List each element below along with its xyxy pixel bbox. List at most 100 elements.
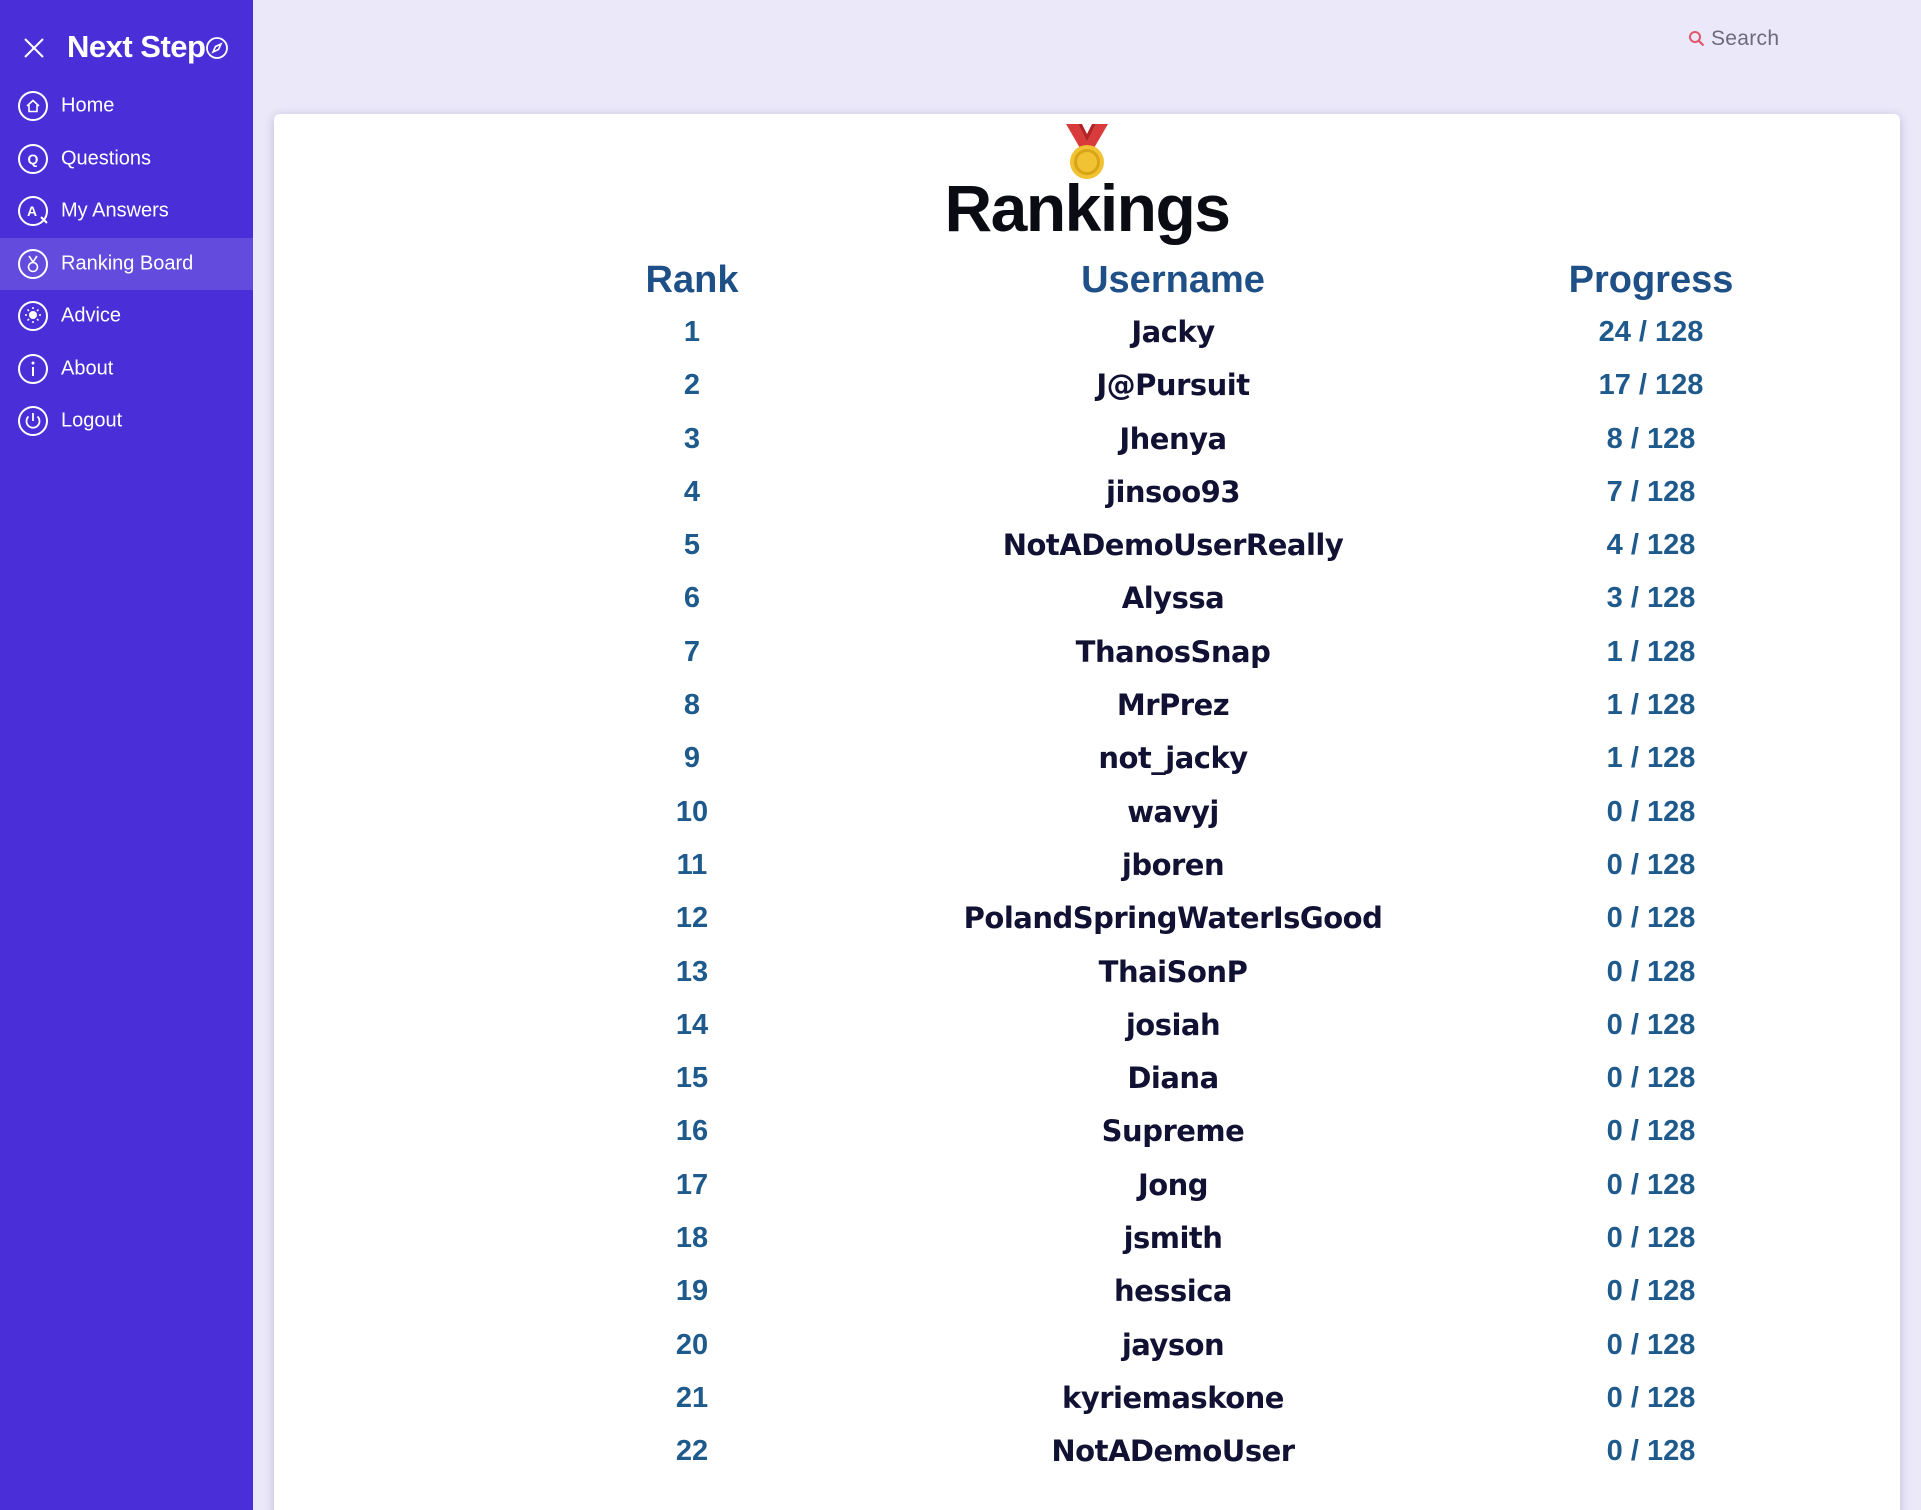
username-cell: jsmith [1123,1221,1223,1256]
username-cell: Alyssa [1121,581,1225,616]
progress-cell: 17 / 128 [1598,369,1704,402]
search-button[interactable]: Search [1687,24,1779,54]
info-icon [18,353,48,384]
username-cell: wavyj [1127,794,1219,829]
username-cell: jinsoo93 [1106,474,1241,509]
table-row: 4 jinsoo93 7 / 128 [274,466,1900,519]
sidebar-item-home[interactable]: Home [0,80,253,133]
question-icon: Q [18,143,48,174]
sidebar-item-label: Home [61,94,115,117]
table-row: 20 jayson 0 / 128 [274,1319,1900,1372]
rankings-table: Rank Username Progress 1 Jacky 24 / 128 2 J@… [274,254,1900,1479]
rank-cell: 8 [683,689,701,722]
table-row: 6 Alyssa 3 / 128 [274,572,1900,625]
progress-cell: 0 / 128 [1606,1115,1696,1148]
rank-cell: 17 [675,1168,709,1201]
table-header: Rank Username Progress [274,254,1900,306]
sidebar-item-label: Questions [61,147,152,170]
brand: Next Step [0,26,253,72]
rank-cell: 9 [683,742,701,775]
sidebar-item-label: My Answers [61,199,169,222]
svg-text:Q: Q [28,151,39,167]
progress-cell: 0 / 128 [1606,848,1696,881]
table-row: 7 ThanosSnap 1 / 128 [274,626,1900,679]
username-cell: NotADemoUserReally [1002,528,1344,563]
rank-cell: 21 [675,1381,709,1414]
progress-cell: 0 / 128 [1606,1275,1696,1308]
sidebar-item-about[interactable]: About [0,343,253,396]
progress-cell: 0 / 128 [1606,1168,1696,1201]
home-icon [18,91,48,122]
table-body: 1 Jacky 24 / 128 2 J@Pursuit 17 / 128 3 Jhenya 8… [274,306,1900,1479]
progress-cell: 1 / 128 [1606,635,1696,668]
table-row: 12 PolandSpringWaterIsGood 0 / 128 [274,892,1900,945]
rank-cell: 18 [675,1222,709,1255]
rank-cell: 15 [675,1062,709,1095]
progress-cell: 0 / 128 [1606,795,1696,828]
table-row: 22 NotADemoUser 0 / 128 [274,1425,1900,1478]
progress-cell: 0 / 128 [1606,1435,1696,1468]
table-row: 1 Jacky 24 / 128 [274,306,1900,359]
username-cell: Jhenya [1119,421,1227,456]
rank-cell: 3 [683,422,701,455]
table-row: 9 not_jacky 1 / 128 [274,732,1900,785]
table-row: 13 ThaiSonP 0 / 128 [274,946,1900,999]
table-row: 15 Diana 0 / 128 [274,1052,1900,1105]
progress-cell: 7 / 128 [1606,475,1696,508]
progress-cell: 0 / 128 [1606,1328,1696,1361]
table-row: 14 josiah 0 / 128 [274,999,1900,1052]
progress-cell: 3 / 128 [1606,582,1696,615]
page-title: Rankings [944,171,1231,245]
sidebar-item-label: Logout [61,409,123,432]
sidebar-nav: Home Q Questions A My Answers Ranking Bo… [0,80,253,448]
sidebar-item-label: Ranking Board [61,252,194,275]
table-row: 2 J@Pursuit 17 / 128 [274,359,1900,412]
table-row: 5 NotADemoUserReally 4 / 128 [274,519,1900,572]
progress-cell: 1 / 128 [1606,742,1696,775]
progress-cell: 1 / 128 [1606,689,1696,722]
sidebar-item-ranking-board[interactable]: Ranking Board [0,237,253,290]
sidebar-item-advice[interactable]: Advice [0,290,253,343]
rank-cell: 10 [675,795,709,828]
rank-cell: 11 [676,848,708,881]
sidebar-item-label: About [61,357,114,380]
username-cell: jayson [1121,1327,1225,1362]
table-row: 10 wavyj 0 / 128 [274,786,1900,839]
sidebar-item-questions[interactable]: Q Questions [0,133,253,186]
sidebar-item-my-answers[interactable]: A My Answers [0,185,253,238]
username-cell: ThanosSnap [1075,634,1271,669]
column-header-username: Username [1081,259,1265,301]
progress-cell: 0 / 128 [1606,1222,1696,1255]
rankings-card: Rankings Rank Username Progress 1 Jacky 24… [274,114,1900,1510]
column-header-rank: Rank [645,259,739,301]
svg-text:A: A [27,203,37,219]
power-icon [18,406,48,437]
progress-cell: 0 / 128 [1606,1381,1696,1414]
column-header-progress: Progress [1568,259,1734,301]
username-cell: josiah [1125,1007,1221,1042]
progress-cell: 8 / 128 [1606,422,1696,455]
rank-cell: 2 [683,369,701,402]
username-cell: Jacky [1131,315,1215,349]
compass-icon [206,37,228,59]
lightbulb-icon [18,301,48,332]
rank-cell: 12 [675,902,709,935]
table-row: 18 jsmith 0 / 128 [274,1212,1900,1265]
username-cell: Supreme [1101,1114,1245,1149]
username-cell: not_jacky [1098,741,1248,776]
username-cell: J@Pursuit [1096,368,1250,403]
username-cell: hessica [1113,1274,1233,1309]
progress-cell: 24 / 128 [1598,316,1704,348]
progress-cell: 4 / 128 [1606,529,1696,562]
table-row: 16 Supreme 0 / 128 [274,1105,1900,1158]
close-icon[interactable] [20,34,48,62]
table-row: 17 Jong 0 / 128 [274,1159,1900,1212]
progress-cell: 0 / 128 [1606,1008,1696,1041]
progress-cell: 0 / 128 [1606,1062,1696,1095]
sidebar-item-logout[interactable]: Logout [0,395,253,448]
rank-cell: 13 [675,955,709,988]
answers-icon: A [18,196,48,227]
table-row: 11 jboren 0 / 128 [274,839,1900,892]
rank-cell: 14 [675,1008,709,1041]
rank-cell: 16 [675,1115,709,1148]
